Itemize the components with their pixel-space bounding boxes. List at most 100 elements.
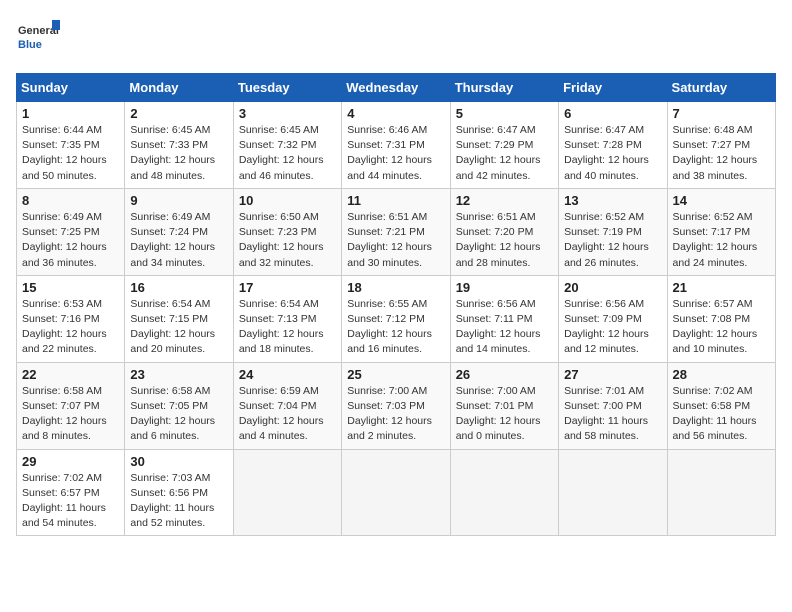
day-detail: Sunrise: 6:58 AMSunset: 7:07 PMDaylight:… [22,384,119,445]
day-detail: Sunrise: 7:01 AMSunset: 7:00 PMDaylight:… [564,384,661,445]
calendar-cell: 30 Sunrise: 7:03 AMSunset: 6:56 PMDaylig… [125,449,233,536]
day-detail: Sunrise: 6:51 AMSunset: 7:21 PMDaylight:… [347,210,444,271]
calendar-cell: 26 Sunrise: 7:00 AMSunset: 7:01 PMDaylig… [450,362,558,449]
day-detail: Sunrise: 6:58 AMSunset: 7:05 PMDaylight:… [130,384,227,445]
day-number: 3 [239,106,336,121]
day-number: 10 [239,193,336,208]
calendar-cell [450,449,558,536]
calendar-cell: 23 Sunrise: 6:58 AMSunset: 7:05 PMDaylig… [125,362,233,449]
day-detail: Sunrise: 6:52 AMSunset: 7:17 PMDaylight:… [673,210,770,271]
day-detail: Sunrise: 6:47 AMSunset: 7:28 PMDaylight:… [564,123,661,184]
day-detail: Sunrise: 6:45 AMSunset: 7:32 PMDaylight:… [239,123,336,184]
calendar-week-row: 1 Sunrise: 6:44 AMSunset: 7:35 PMDayligh… [17,102,776,189]
day-number: 12 [456,193,553,208]
day-detail: Sunrise: 6:50 AMSunset: 7:23 PMDaylight:… [239,210,336,271]
day-number: 15 [22,280,119,295]
calendar-cell: 12 Sunrise: 6:51 AMSunset: 7:20 PMDaylig… [450,188,558,275]
calendar-cell: 14 Sunrise: 6:52 AMSunset: 7:17 PMDaylig… [667,188,775,275]
day-number: 30 [130,454,227,469]
day-detail: Sunrise: 7:02 AMSunset: 6:57 PMDaylight:… [22,471,119,532]
day-number: 14 [673,193,770,208]
day-detail: Sunrise: 6:56 AMSunset: 7:11 PMDaylight:… [456,297,553,358]
calendar-cell: 18 Sunrise: 6:55 AMSunset: 7:12 PMDaylig… [342,275,450,362]
day-detail: Sunrise: 6:52 AMSunset: 7:19 PMDaylight:… [564,210,661,271]
weekday-header: Wednesday [342,74,450,102]
day-detail: Sunrise: 6:55 AMSunset: 7:12 PMDaylight:… [347,297,444,358]
day-detail: Sunrise: 6:44 AMSunset: 7:35 PMDaylight:… [22,123,119,184]
day-detail: Sunrise: 7:03 AMSunset: 6:56 PMDaylight:… [130,471,227,532]
calendar-cell: 28 Sunrise: 7:02 AMSunset: 6:58 PMDaylig… [667,362,775,449]
calendar-cell: 21 Sunrise: 6:57 AMSunset: 7:08 PMDaylig… [667,275,775,362]
calendar-week-row: 22 Sunrise: 6:58 AMSunset: 7:07 PMDaylig… [17,362,776,449]
day-number: 11 [347,193,444,208]
calendar-cell [559,449,667,536]
day-detail: Sunrise: 6:49 AMSunset: 7:24 PMDaylight:… [130,210,227,271]
calendar-cell: 19 Sunrise: 6:56 AMSunset: 7:11 PMDaylig… [450,275,558,362]
day-detail: Sunrise: 6:57 AMSunset: 7:08 PMDaylight:… [673,297,770,358]
day-number: 7 [673,106,770,121]
day-number: 2 [130,106,227,121]
calendar-cell: 4 Sunrise: 6:46 AMSunset: 7:31 PMDayligh… [342,102,450,189]
page-header: General Blue [16,16,776,65]
weekday-header: Monday [125,74,233,102]
calendar-cell [342,449,450,536]
calendar-cell: 9 Sunrise: 6:49 AMSunset: 7:24 PMDayligh… [125,188,233,275]
weekday-header-row: SundayMondayTuesdayWednesdayThursdayFrid… [17,74,776,102]
logo-svg: General Blue [16,16,60,65]
day-detail: Sunrise: 6:53 AMSunset: 7:16 PMDaylight:… [22,297,119,358]
calendar-week-row: 15 Sunrise: 6:53 AMSunset: 7:16 PMDaylig… [17,275,776,362]
day-detail: Sunrise: 6:54 AMSunset: 7:15 PMDaylight:… [130,297,227,358]
day-number: 4 [347,106,444,121]
day-detail: Sunrise: 6:51 AMSunset: 7:20 PMDaylight:… [456,210,553,271]
calendar-week-row: 8 Sunrise: 6:49 AMSunset: 7:25 PMDayligh… [17,188,776,275]
calendar-week-row: 29 Sunrise: 7:02 AMSunset: 6:57 PMDaylig… [17,449,776,536]
day-number: 22 [22,367,119,382]
weekday-header: Tuesday [233,74,341,102]
day-number: 29 [22,454,119,469]
day-number: 13 [564,193,661,208]
calendar-cell: 24 Sunrise: 6:59 AMSunset: 7:04 PMDaylig… [233,362,341,449]
day-detail: Sunrise: 7:02 AMSunset: 6:58 PMDaylight:… [673,384,770,445]
day-number: 8 [22,193,119,208]
weekday-header: Sunday [17,74,125,102]
day-detail: Sunrise: 7:00 AMSunset: 7:01 PMDaylight:… [456,384,553,445]
calendar-cell: 22 Sunrise: 6:58 AMSunset: 7:07 PMDaylig… [17,362,125,449]
day-number: 18 [347,280,444,295]
day-number: 20 [564,280,661,295]
calendar-cell: 1 Sunrise: 6:44 AMSunset: 7:35 PMDayligh… [17,102,125,189]
calendar-cell: 6 Sunrise: 6:47 AMSunset: 7:28 PMDayligh… [559,102,667,189]
day-number: 17 [239,280,336,295]
day-number: 19 [456,280,553,295]
calendar-cell: 25 Sunrise: 7:00 AMSunset: 7:03 PMDaylig… [342,362,450,449]
calendar-cell: 15 Sunrise: 6:53 AMSunset: 7:16 PMDaylig… [17,275,125,362]
day-number: 9 [130,193,227,208]
calendar-cell: 27 Sunrise: 7:01 AMSunset: 7:00 PMDaylig… [559,362,667,449]
day-detail: Sunrise: 6:49 AMSunset: 7:25 PMDaylight:… [22,210,119,271]
day-number: 21 [673,280,770,295]
day-number: 5 [456,106,553,121]
logo: General Blue [16,16,66,65]
calendar-cell: 8 Sunrise: 6:49 AMSunset: 7:25 PMDayligh… [17,188,125,275]
calendar-cell: 10 Sunrise: 6:50 AMSunset: 7:23 PMDaylig… [233,188,341,275]
svg-text:Blue: Blue [18,39,42,51]
day-number: 23 [130,367,227,382]
day-detail: Sunrise: 7:00 AMSunset: 7:03 PMDaylight:… [347,384,444,445]
day-number: 16 [130,280,227,295]
calendar-cell: 3 Sunrise: 6:45 AMSunset: 7:32 PMDayligh… [233,102,341,189]
weekday-header: Thursday [450,74,558,102]
calendar-cell: 11 Sunrise: 6:51 AMSunset: 7:21 PMDaylig… [342,188,450,275]
day-number: 28 [673,367,770,382]
day-number: 26 [456,367,553,382]
day-detail: Sunrise: 6:45 AMSunset: 7:33 PMDaylight:… [130,123,227,184]
day-detail: Sunrise: 6:47 AMSunset: 7:29 PMDaylight:… [456,123,553,184]
calendar-cell: 13 Sunrise: 6:52 AMSunset: 7:19 PMDaylig… [559,188,667,275]
calendar-cell [233,449,341,536]
day-number: 6 [564,106,661,121]
day-detail: Sunrise: 6:59 AMSunset: 7:04 PMDaylight:… [239,384,336,445]
calendar-cell: 16 Sunrise: 6:54 AMSunset: 7:15 PMDaylig… [125,275,233,362]
weekday-header: Friday [559,74,667,102]
day-number: 27 [564,367,661,382]
day-detail: Sunrise: 6:48 AMSunset: 7:27 PMDaylight:… [673,123,770,184]
day-number: 25 [347,367,444,382]
calendar-cell: 29 Sunrise: 7:02 AMSunset: 6:57 PMDaylig… [17,449,125,536]
